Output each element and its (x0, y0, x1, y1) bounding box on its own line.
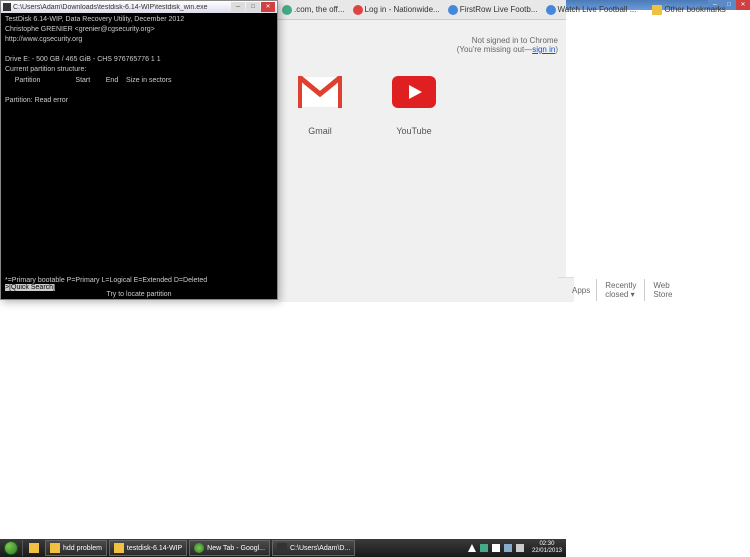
folder-icon (114, 543, 124, 553)
terminal-output: TestDisk 6.14-WIP, Data Recovery Utility… (1, 13, 277, 108)
app-tile-youtube[interactable]: YouTube (392, 70, 436, 136)
bookmark-item[interactable]: FirstRow Live Footb... (448, 5, 538, 15)
apps-link[interactable]: Apps (566, 284, 596, 297)
close-button[interactable]: ✕ (736, 0, 750, 10)
app-icon (3, 3, 11, 11)
terminal-title: C:\Users\Adam\Downloads\testdisk-6.14-WI… (13, 4, 230, 11)
bookmark-label: FirstRow Live Footb... (460, 5, 538, 14)
app-label: Gmail (298, 126, 342, 136)
site-icon (546, 5, 556, 15)
taskbar-clock[interactable]: 02:30 22/01/2013 (528, 541, 566, 554)
taskbar-item[interactable]: hdd problem (45, 540, 107, 556)
clock-time: 02:30 (532, 541, 562, 548)
signin-text: Not signed in to Chrome (457, 36, 558, 45)
windows-orb-icon (4, 541, 18, 555)
taskbar-label: New Tab - Googl... (207, 545, 265, 552)
folder-icon (29, 543, 39, 553)
site-icon (448, 5, 458, 15)
taskbar-item[interactable]: C:\Users\Adam\D... (272, 540, 355, 556)
folder-icon (50, 543, 60, 553)
start-button[interactable] (0, 539, 22, 557)
folder-icon (652, 5, 662, 15)
recently-closed[interactable]: Recently closed ▾ (596, 279, 644, 301)
terminal-window-controls: ─ □ ✕ (230, 2, 275, 12)
tray-arrow-icon[interactable] (468, 544, 476, 552)
network-icon[interactable] (504, 544, 512, 552)
bookmark-label: Other bookmarks (664, 5, 725, 14)
bookmark-item[interactable]: .com, the off... (282, 5, 345, 15)
taskbar-label: C:\Users\Adam\D... (290, 545, 350, 552)
terminal-footer: *=Primary bootable P=Primary L=Logical E… (1, 276, 277, 299)
web-store-link[interactable]: Web Store (644, 279, 680, 301)
bookmark-label: .com, the off... (294, 5, 345, 14)
cmd-icon (277, 543, 287, 553)
chrome-icon (194, 543, 204, 553)
youtube-icon (392, 70, 436, 114)
bookmarks-bar: .com, the off... Log in - Nationwide... … (278, 0, 566, 20)
taskbar-label: hdd problem (63, 545, 102, 552)
signin-notice: Not signed in to Chrome (You're missing … (457, 36, 558, 54)
terminal-window: C:\Users\Adam\Downloads\testdisk-6.14-WI… (0, 0, 278, 300)
signin-link[interactable]: sign in (532, 45, 555, 54)
other-bookmarks[interactable]: Other bookmarks (652, 5, 725, 15)
minimize-button[interactable]: ─ (231, 2, 245, 12)
clock-date: 22/01/2013 (532, 548, 562, 555)
terminal-titlebar[interactable]: C:\Users\Adam\Downloads\testdisk-6.14-WI… (1, 1, 277, 13)
site-icon (353, 5, 363, 15)
close-button[interactable]: ✕ (261, 2, 275, 12)
taskbar-item[interactable]: New Tab - Googl... (189, 540, 270, 556)
chrome-body-bg: .com, the off... Log in - Nationwide... … (278, 0, 566, 302)
bookmark-item[interactable]: Watch Live Football ... (546, 5, 637, 15)
quick-search-option[interactable]: >[Quick Search] (5, 284, 55, 291)
app-label: YouTube (392, 126, 436, 136)
flag-icon[interactable] (492, 544, 500, 552)
app-tile-gmail[interactable]: Gmail (298, 70, 342, 136)
gmail-icon (298, 70, 342, 114)
signin-text-2: (You're missing out—sign in) (457, 45, 558, 54)
taskbar: hdd problem testdisk-6.14-WIP New Tab - … (0, 539, 566, 557)
system-tray[interactable] (464, 544, 528, 552)
menu-line: >[Quick Search] (5, 284, 273, 291)
chrome-footer: Apps Recently closed ▾ Web Store (558, 277, 574, 302)
terminal-hint: Try to locate partition (5, 291, 273, 298)
volume-icon[interactable] (516, 544, 524, 552)
taskbar-item[interactable]: testdisk-6.14-WIP (109, 540, 187, 556)
pinned-explorer[interactable] (22, 540, 44, 556)
tray-icon[interactable] (480, 544, 488, 552)
bookmark-item[interactable]: Log in - Nationwide... (353, 5, 440, 15)
partition-legend: *=Primary bootable P=Primary L=Logical E… (5, 277, 273, 284)
maximize-button[interactable]: □ (246, 2, 260, 12)
bookmark-label: Watch Live Football ... (558, 5, 637, 14)
site-icon (282, 5, 292, 15)
taskbar-label: testdisk-6.14-WIP (127, 545, 182, 552)
bookmark-label: Log in - Nationwide... (365, 5, 440, 14)
